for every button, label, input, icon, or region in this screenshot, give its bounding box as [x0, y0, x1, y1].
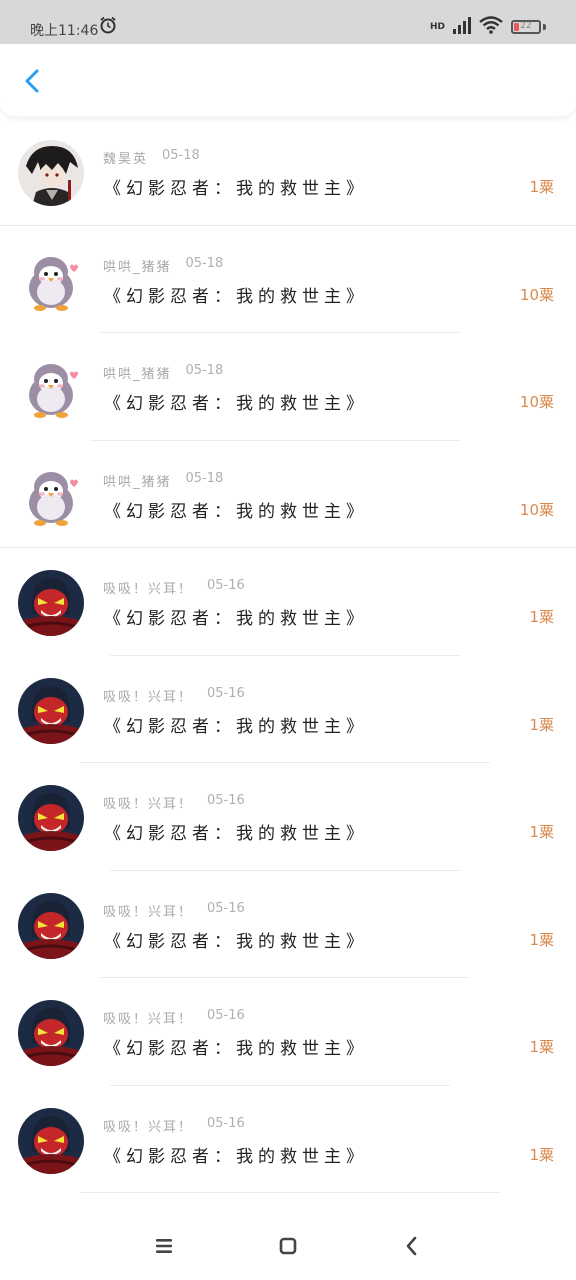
- book-title: 《幻影忍者：我的救世主》: [104, 501, 368, 522]
- book-title: 《幻影忍者：我的救世主》: [104, 179, 368, 199]
- anime-boy-avatar-icon: [18, 140, 84, 206]
- list-item[interactable]: 吸吸！兴耳！ 05-16 《幻影忍者：我的救世主》 1粟: [0, 548, 576, 656]
- user-name: 哄哄_猪猪: [103, 474, 172, 490]
- penguin-avatar-icon: [18, 355, 84, 421]
- book-title: 《幻影忍者：我的救世主》: [104, 286, 368, 307]
- reward-amount: 10粟: [519, 393, 554, 411]
- avatar[interactable]: [18, 1000, 84, 1066]
- book-title: 《幻影忍者：我的救世主》: [104, 394, 368, 414]
- red-ninja-avatar-icon: [18, 785, 84, 851]
- red-ninja-avatar-icon: [18, 570, 84, 636]
- battery-tip: [543, 24, 546, 30]
- reward-date: 05-16: [207, 685, 245, 701]
- network-type-label: HD: [429, 21, 445, 32]
- reward-amount: 1粟: [529, 715, 554, 734]
- avatar[interactable]: [18, 570, 84, 636]
- reward-date: 05-18: [185, 255, 224, 271]
- avatar[interactable]: [18, 247, 84, 314]
- list-item[interactable]: 哄哄_猪猪 05-18 《幻影忍者：我的救世主》 10粟: [0, 226, 576, 333]
- reward-amount: 1粟: [529, 930, 554, 949]
- list-item[interactable]: 吸吸！兴耳！ 05-16 《幻影忍者：我的救世主》 1粟: [0, 871, 576, 978]
- user-name: 吸吸！兴耳！: [103, 797, 194, 812]
- user-name: 吸吸！兴耳！: [103, 582, 194, 597]
- reward-amount: 1粟: [529, 608, 554, 626]
- reward-amount: 10粟: [519, 500, 554, 519]
- list-item[interactable]: 吸吸！兴耳！ 05-16 《幻影忍者：我的救世主》 1粟: [0, 656, 576, 763]
- avatar[interactable]: [18, 892, 84, 959]
- reward-list: 魏昊英 05-18 《幻影忍者：我的救世主》 1粟 哄哄_猪猪 05-18 《幻影忍者：我的…: [0, 118, 576, 1193]
- red-ninja-avatar-icon: [18, 1107, 84, 1174]
- user-name: 吸吸！兴耳！: [103, 1012, 194, 1027]
- reward-amount: 1粟: [529, 823, 554, 841]
- reward-date: 05-18: [162, 148, 200, 163]
- user-name: 吸吸！兴耳！: [103, 904, 194, 920]
- home-button[interactable]: [274, 1232, 302, 1260]
- menu-button[interactable]: [150, 1232, 178, 1260]
- battery-icon: 22: [511, 20, 541, 34]
- status-time: 晚上11:46: [30, 23, 99, 39]
- user-name: 哄哄_猪猪: [103, 367, 172, 382]
- book-title: 《幻影忍者：我的救世主》: [104, 1039, 368, 1059]
- navigation-bar: [0, 1212, 576, 1280]
- wifi-icon: [479, 16, 503, 38]
- list-item[interactable]: 魏昊英 05-18 《幻影忍者：我的救世主》 1粟: [0, 118, 576, 226]
- avatar[interactable]: [18, 677, 84, 744]
- book-title: 《幻影忍者：我的救世主》: [104, 931, 368, 952]
- list-item[interactable]: 吸吸！兴耳！ 05-16 《幻影忍者：我的救世主》 1粟: [0, 763, 576, 871]
- list-item[interactable]: 吸吸！兴耳！ 05-16 《幻影忍者：我的救世主》 1粟: [0, 1086, 576, 1193]
- user-name: 魏昊英: [103, 152, 149, 167]
- book-title: 《幻影忍者：我的救世主》: [104, 716, 368, 737]
- red-ninja-avatar-icon: [18, 677, 84, 744]
- avatar[interactable]: [18, 785, 84, 851]
- row-divider: [80, 1192, 500, 1193]
- system-back-button[interactable]: [398, 1232, 426, 1260]
- status-bar: 晚上11:46 HD 22: [0, 0, 576, 44]
- reward-amount: 10粟: [519, 285, 554, 304]
- battery-level-text: 22: [520, 21, 532, 31]
- user-name: 吸吸！兴耳！: [103, 689, 194, 705]
- reward-date: 05-16: [207, 793, 245, 808]
- penguin-avatar-icon: [18, 462, 84, 529]
- status-icons: HD 22: [430, 16, 546, 38]
- user-name: 哄哄_猪猪: [103, 259, 172, 275]
- signal-icon: [453, 16, 471, 38]
- avatar[interactable]: [18, 462, 84, 529]
- reward-date: 05-16: [207, 1008, 245, 1023]
- list-item[interactable]: 吸吸！兴耳！ 05-16 《幻影忍者：我的救世主》 1粟: [0, 978, 576, 1086]
- reward-date: 05-18: [185, 363, 224, 378]
- reward-amount: 1粟: [529, 1038, 554, 1056]
- header: [0, 44, 576, 116]
- reward-date: 05-16: [207, 900, 245, 916]
- book-title: 《幻影忍者：我的救世主》: [104, 1146, 368, 1167]
- back-triangle-icon: [406, 1236, 417, 1256]
- reward-amount: 1粟: [529, 178, 554, 196]
- avatar[interactable]: [18, 355, 84, 421]
- chevron-left-icon: [25, 69, 39, 93]
- avatar[interactable]: [18, 140, 84, 206]
- avatar[interactable]: [18, 1107, 84, 1174]
- reward-amount: 1粟: [529, 1145, 554, 1164]
- book-title: 《幻影忍者：我的救世主》: [104, 609, 368, 629]
- list-item[interactable]: 哄哄_猪猪 05-18 《幻影忍者：我的救世主》 10粟: [0, 441, 576, 548]
- red-ninja-avatar-icon: [18, 1000, 84, 1066]
- reward-date: 05-18: [185, 470, 224, 486]
- list-item[interactable]: 哄哄_猪猪 05-18 《幻影忍者：我的救世主》 10粟: [0, 333, 576, 441]
- alarm-clock-icon: [99, 16, 117, 34]
- home-square-icon: [279, 1237, 297, 1255]
- red-ninja-avatar-icon: [18, 892, 84, 959]
- back-button[interactable]: [16, 64, 50, 98]
- menu-icon: [156, 1239, 172, 1253]
- reward-date: 05-16: [207, 578, 245, 593]
- penguin-avatar-icon: [18, 247, 84, 314]
- book-title: 《幻影忍者：我的救世主》: [104, 824, 368, 844]
- reward-date: 05-16: [207, 1115, 245, 1131]
- user-name: 吸吸！兴耳！: [103, 1119, 194, 1135]
